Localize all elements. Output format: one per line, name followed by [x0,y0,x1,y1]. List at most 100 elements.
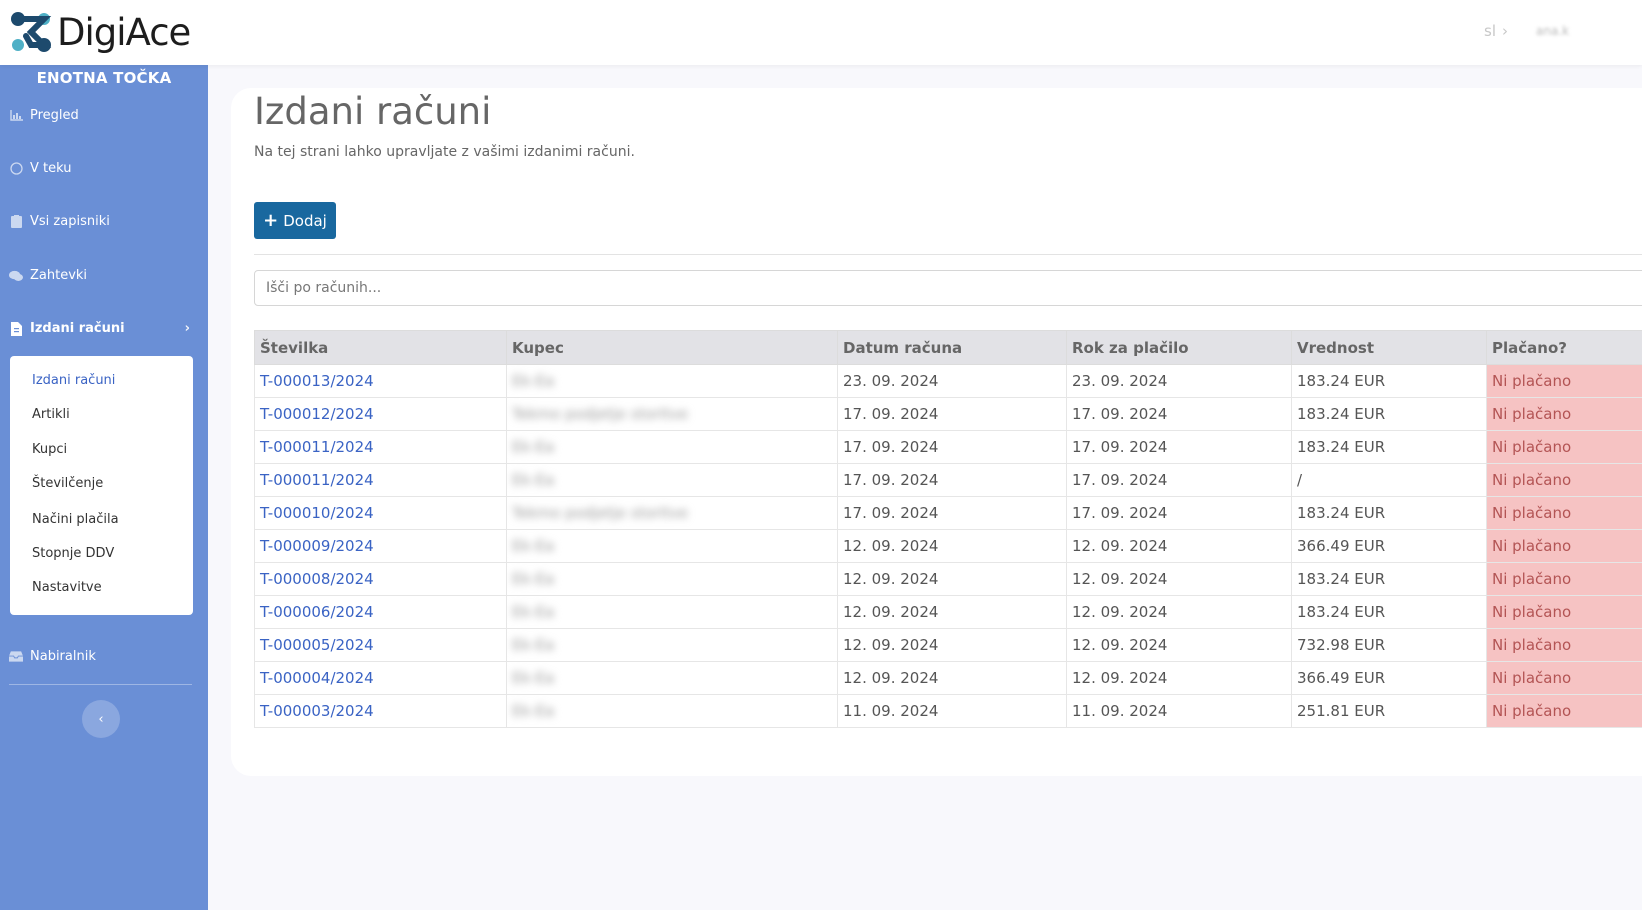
add-button-label: Dodaj [283,211,327,230]
due-date-cell: 17. 09. 2024 [1066,463,1292,497]
customer-cell: Tekmo podjetje storitve [506,496,838,530]
user-name[interactable]: ana.k [1536,24,1569,38]
sidebar-item-izdani-racuni[interactable]: Izdani računi › [9,321,194,336]
due-date-cell: 12. 09. 2024 [1066,562,1292,596]
invoice-value-cell: 251.81 EUR [1291,694,1487,728]
sidebar-item-nabiralnik[interactable]: Nabiralnik [9,649,194,664]
add-invoice-button[interactable]: + Dodaj [254,202,336,239]
invoice-number-link[interactable]: T-000003/2024 [260,702,374,720]
column-header-date[interactable]: Datum računa [837,330,1067,365]
customer-cell: Ek-Ea [506,595,838,629]
invoice-value-cell: 183.24 EUR [1291,496,1487,530]
column-header-customer[interactable]: Kupec [506,330,838,365]
invoice-number-link[interactable]: T-000012/2024 [260,405,374,423]
sidebar-item-label: V teku [30,161,72,176]
submenu-item-stevilcenje[interactable]: Številčenje [32,476,103,491]
invoice-date-cell: 12. 09. 2024 [843,537,939,555]
invoice-date-cell: 17. 09. 2024 [843,504,939,522]
sidebar-item-pregled[interactable]: Pregled [9,108,194,123]
collapse-sidebar-button[interactable]: ‹ [82,700,120,738]
due-date-cell: 12. 09. 2024 [1072,603,1168,621]
customer-cell: Ek-Ea [506,694,838,728]
invoice-value-cell: 366.49 EUR [1297,537,1386,555]
invoice-icon [9,321,23,336]
paid-status-badge: Ni plačano [1492,636,1572,654]
invoice-number-cell: T-000012/2024 [254,397,507,431]
column-header-number[interactable]: Številka [254,330,507,365]
invoice-value-cell: 183.24 EUR [1291,430,1487,464]
invoice-date-cell: 12. 09. 2024 [843,570,939,588]
sidebar-item-zahtevki[interactable]: Zahtevki [9,268,194,283]
invoice-number-cell: T-000010/2024 [254,496,507,530]
paid-status-badge: Ni plačano [1492,471,1572,489]
table-row: T-000009/2024 Ek-Ea 12. 09. 2024 12. 09. 20… [254,529,1642,563]
sidebar-item-label: Nabiralnik [30,649,96,664]
paid-status-badge: Ni plačano [1486,430,1642,464]
plus-icon: + [263,209,279,231]
invoice-number-link[interactable]: T-000011/2024 [260,471,374,489]
invoice-date-cell: 17. 09. 2024 [843,438,939,456]
invoice-value-cell: 183.24 EUR [1297,570,1386,588]
due-date-cell: 12. 09. 2024 [1066,628,1292,662]
divider [254,254,1642,255]
invoice-number-link[interactable]: T-000011/2024 [260,438,374,456]
invoice-number-link[interactable]: T-000009/2024 [260,537,374,555]
app-logo[interactable]: DigiAce [9,10,191,54]
invoice-date-cell: 12. 09. 2024 [837,628,1067,662]
submenu-item-izdani-racuni[interactable]: Izdani računi [32,373,115,388]
submenu-item-artikli[interactable]: Artikli [32,407,70,422]
invoice-number-link[interactable]: T-000004/2024 [260,669,374,687]
invoice-value-cell: 183.24 EUR [1297,372,1386,390]
invoice-number-link[interactable]: T-000010/2024 [260,504,374,522]
column-header-due[interactable]: Rok za plačilo [1066,330,1292,365]
submenu-item-kupci[interactable]: Kupci [32,442,67,457]
sidebar-item-label: Vsi zapisniki [30,214,110,229]
invoice-number-link[interactable]: T-000005/2024 [260,636,374,654]
inbox-icon [9,650,23,664]
chart-icon [9,109,23,123]
search-input[interactable] [254,270,1642,306]
column-header-value[interactable]: Vrednost [1291,330,1487,365]
invoice-date-cell: 12. 09. 2024 [837,529,1067,563]
sidebar-item-label: Pregled [30,108,79,123]
digiace-logo-icon [11,12,52,52]
main-content: Izdani računi Na tej strani lahko upravl… [231,88,1642,776]
customer-cell: Tekmo podjetje storitve [512,504,688,522]
invoice-value-cell: / [1291,463,1487,497]
submenu-item-stopnje-ddv[interactable]: Stopnje DDV [32,546,114,561]
chevron-right-icon: › [184,321,190,336]
sidebar-item-vsi-zapisniki[interactable]: Vsi zapisniki [9,214,194,229]
chevron-right-icon: › [1501,22,1508,40]
language-switcher[interactable]: sl › [1484,22,1508,40]
invoice-number-link[interactable]: T-000006/2024 [260,603,374,621]
invoice-value-cell: 183.24 EUR [1297,504,1386,522]
invoice-date-cell: 17. 09. 2024 [843,471,939,489]
submenu: Izdani računi Artikli Kupci Številčenje … [10,356,193,615]
due-date-cell: 17. 09. 2024 [1072,405,1168,423]
paid-status-badge: Ni plačano [1492,504,1572,522]
table-row: T-000005/2024 Ek-Ea 12. 09. 2024 12. 09. 20… [254,628,1642,662]
invoice-value-cell: 183.24 EUR [1291,595,1487,629]
invoice-number-link[interactable]: T-000008/2024 [260,570,374,588]
sidebar-title: ENOTNA TOČKA [36,69,172,87]
due-date-cell: 12. 09. 2024 [1072,669,1168,687]
invoice-date-cell: 12. 09. 2024 [843,669,939,687]
invoice-date-cell: 17. 09. 2024 [843,405,939,423]
due-date-cell: 12. 09. 2024 [1066,595,1292,629]
invoice-value-cell: / [1297,471,1303,489]
invoice-value-cell: 366.49 EUR [1297,669,1386,687]
paid-status-badge: Ni plačano [1492,438,1572,456]
sidebar-item-v-teku[interactable]: V teku [9,161,194,176]
paid-status-badge: Ni plačano [1486,496,1642,530]
submenu-item-nastavitve[interactable]: Nastavitve [32,580,102,595]
column-header-paid[interactable]: Plačano? [1486,330,1642,365]
invoice-number-cell: T-000011/2024 [254,463,507,497]
due-date-cell: 11. 09. 2024 [1066,694,1292,728]
due-date-cell: 17. 09. 2024 [1072,438,1168,456]
invoice-number-cell: T-000013/2024 [254,364,507,398]
invoice-number-link[interactable]: T-000013/2024 [260,372,374,390]
submenu-item-nacini-placila[interactable]: Načini plačila [32,512,119,527]
invoice-number-cell: T-000009/2024 [254,529,507,563]
invoice-value-cell: 183.24 EUR [1297,603,1386,621]
invoice-number-cell: T-000008/2024 [254,562,507,596]
